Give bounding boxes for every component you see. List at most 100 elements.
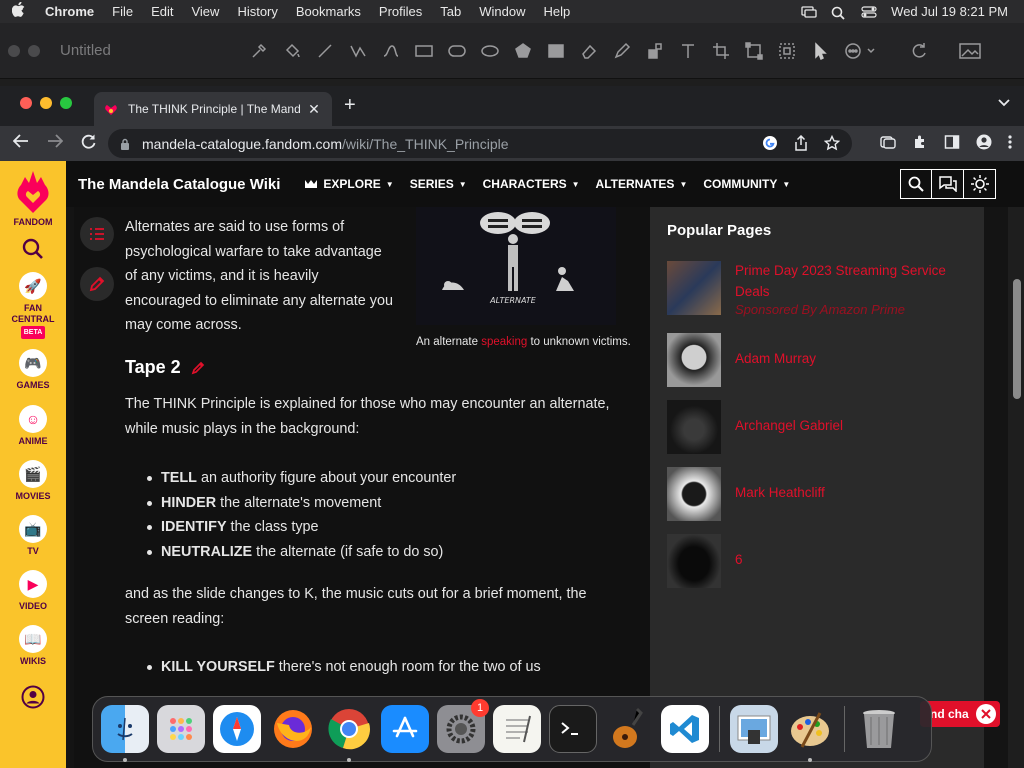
wiki-theme-toggle-button[interactable] — [964, 169, 996, 199]
menu-help[interactable]: Help — [535, 4, 580, 19]
popular-page-link[interactable]: Prime Day 2023 Streaming Service Deals — [735, 261, 965, 302]
rail-search[interactable] — [22, 238, 44, 260]
polyline-tool-icon[interactable] — [341, 37, 374, 65]
selection-icon[interactable] — [770, 37, 803, 65]
rail-fandom-logo[interactable]: FANDOM — [14, 169, 53, 228]
page-scrollbar-track[interactable] — [1008, 207, 1024, 768]
edit-section-pencil-icon[interactable] — [191, 361, 205, 375]
window-zoom-button[interactable] — [60, 97, 72, 109]
app-store-icon[interactable] — [381, 705, 429, 753]
tab-search-chevron-icon[interactable] — [998, 96, 1010, 110]
rail-games[interactable]: 🎮 GAMES — [16, 349, 50, 391]
wiki-search-button[interactable] — [900, 169, 932, 199]
curve-tool-icon[interactable] — [374, 37, 407, 65]
nav-community[interactable]: COMMUNITY ▼ — [703, 177, 806, 191]
rail-movies[interactable]: 🎬 MOVIES — [15, 460, 51, 502]
share-icon[interactable] — [794, 134, 808, 154]
image-icon[interactable] — [953, 37, 986, 65]
menu-view[interactable]: View — [182, 4, 228, 19]
edit-page-button[interactable] — [80, 267, 114, 301]
bookmark-star-icon[interactable] — [823, 134, 841, 154]
menu-history[interactable]: History — [228, 4, 286, 19]
popular-page-item[interactable]: Mark Heathcliff — [667, 467, 825, 521]
filled-rect-tool-icon[interactable] — [539, 37, 572, 65]
fill-bucket-icon[interactable] — [275, 37, 308, 65]
back-button[interactable] — [8, 134, 34, 153]
nav-series[interactable]: SERIES ▼ — [410, 177, 483, 191]
stamp-icon[interactable] — [638, 37, 671, 65]
extension-tabs-icon[interactable] — [880, 134, 896, 153]
line-tool-icon[interactable] — [308, 37, 341, 65]
article-figure-image[interactable]: ALTERNATE — [416, 207, 616, 325]
rail-account[interactable] — [21, 685, 45, 709]
crop-icon[interactable] — [704, 37, 737, 65]
trash-icon[interactable] — [855, 705, 903, 753]
menubar-clock[interactable]: Wed Jul 19 8:21 PM — [891, 4, 1008, 19]
table-of-contents-button[interactable] — [80, 217, 114, 251]
popular-page-item[interactable]: 6 — [667, 534, 743, 588]
popular-page-link[interactable]: Adam Murray — [735, 349, 816, 370]
paintbrush-icon[interactable] — [786, 705, 834, 762]
transform-icon[interactable] — [737, 37, 770, 65]
vscode-icon[interactable] — [661, 705, 709, 753]
popular-page-thumbnail[interactable] — [667, 467, 721, 521]
extensions-puzzle-icon[interactable] — [912, 134, 928, 153]
new-tab-button[interactable]: + — [344, 94, 356, 117]
window-close-button-inactive[interactable] — [8, 44, 20, 57]
rail-anime[interactable]: ☺ ANIME — [19, 405, 48, 447]
textedit-icon[interactable] — [493, 705, 541, 753]
popular-page-thumbnail[interactable] — [667, 534, 721, 588]
popular-page-link[interactable]: 6 — [735, 550, 743, 571]
window-close-button[interactable] — [20, 97, 32, 109]
eraser-icon[interactable] — [572, 37, 605, 65]
popular-page-thumbnail[interactable] — [667, 261, 721, 315]
forward-button[interactable] — [42, 134, 68, 153]
ellipse-tool-icon[interactable] — [473, 37, 506, 65]
more-options-icon[interactable] — [836, 37, 886, 65]
page-scrollbar-thumb[interactable] — [1013, 279, 1021, 399]
chat-close-icon[interactable] — [976, 704, 996, 724]
wiki-title[interactable]: The Mandela Catalogue Wiki — [78, 176, 280, 193]
preview-icon[interactable] — [730, 705, 778, 753]
google-lens-icon[interactable] — [762, 135, 778, 154]
pencil-icon[interactable] — [605, 37, 638, 65]
window-minimize-button[interactable] — [40, 97, 52, 109]
caption-link-speaking[interactable]: speaking — [481, 336, 527, 348]
screen-mirroring-icon[interactable] — [801, 5, 817, 18]
rail-video[interactable]: ▶ VIDEO — [18, 570, 47, 612]
reload-button[interactable] — [76, 133, 102, 154]
browser-tab-active[interactable]: The THINK Principle | The Mand ✕ — [94, 92, 332, 126]
rail-fan-central[interactable]: 🚀 FAN CENTRAL BETA — [8, 272, 58, 339]
menu-edit[interactable]: Edit — [142, 4, 182, 19]
popular-page-item[interactable]: Adam Murray — [667, 333, 816, 387]
eyedropper-icon[interactable] — [242, 37, 275, 65]
popular-page-thumbnail[interactable] — [667, 333, 721, 387]
menu-profiles[interactable]: Profiles — [370, 4, 431, 19]
popular-page-thumbnail[interactable] — [667, 400, 721, 454]
nav-characters[interactable]: CHARACTERS ▼ — [483, 177, 596, 191]
window-minimize-button-inactive[interactable] — [28, 44, 40, 57]
popular-page-link[interactable]: Archangel Gabriel — [735, 416, 843, 437]
chrome-menu-icon[interactable] — [1008, 134, 1012, 153]
rotate-icon[interactable] — [902, 37, 935, 65]
pointer-icon[interactable] — [803, 37, 836, 65]
firefox-icon[interactable] — [269, 705, 317, 753]
rail-tv[interactable]: 📺 TV — [19, 515, 47, 557]
safari-icon[interactable] — [213, 705, 261, 753]
popular-page-item[interactable]: Archangel Gabriel — [667, 400, 843, 454]
chrome-icon[interactable] — [325, 705, 373, 762]
nav-explore[interactable]: EXPLORE ▼ — [304, 177, 409, 191]
menu-app-name[interactable]: Chrome — [36, 4, 103, 19]
control-center-icon[interactable] — [861, 5, 877, 18]
tab-close-icon[interactable]: ✕ — [306, 101, 322, 118]
menu-window[interactable]: Window — [470, 4, 534, 19]
text-tool-icon[interactable] — [671, 37, 704, 65]
launchpad-icon[interactable] — [157, 705, 205, 753]
lock-icon[interactable] — [120, 138, 130, 150]
polygon-tool-icon[interactable] — [506, 37, 539, 65]
apple-icon[interactable] — [0, 1, 36, 21]
side-panel-icon[interactable] — [944, 134, 960, 153]
menu-tab[interactable]: Tab — [431, 4, 470, 19]
terminal-icon[interactable] — [549, 705, 597, 753]
popular-page-item[interactable]: Prime Day 2023 Streaming Service Deals S… — [667, 261, 965, 317]
